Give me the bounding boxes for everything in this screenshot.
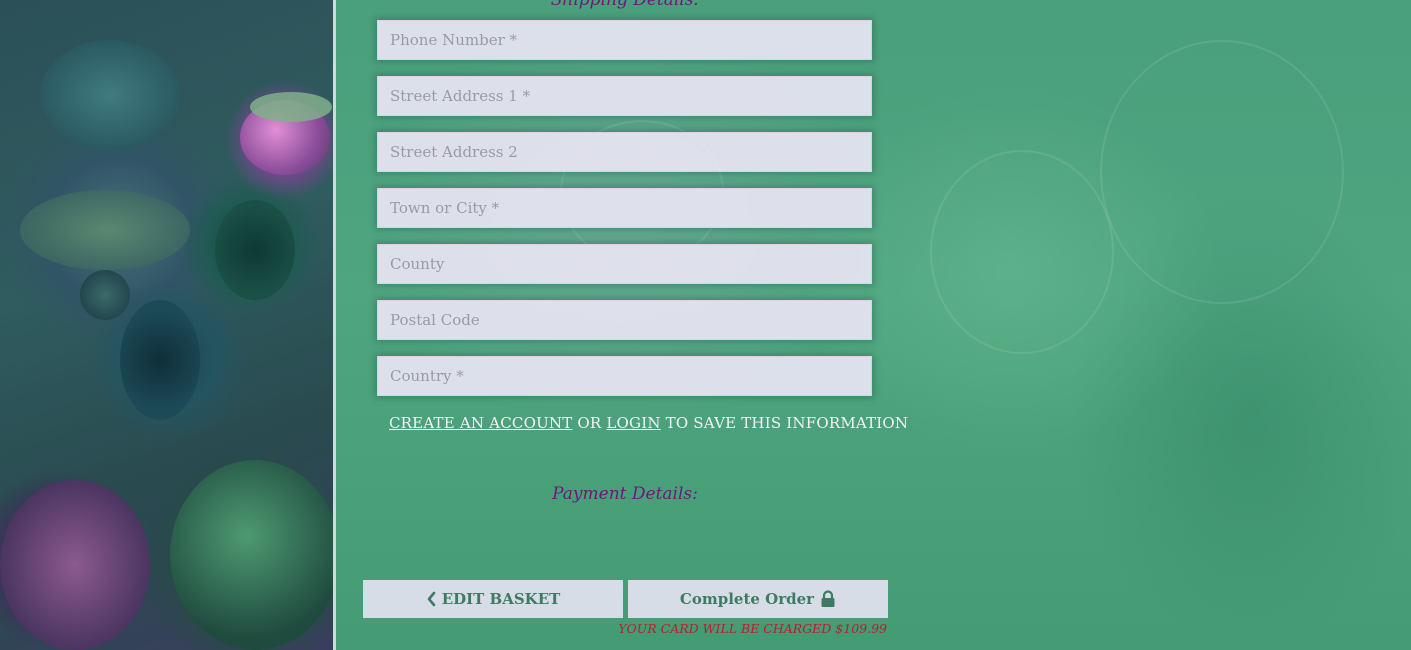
- artwork-spots: [20, 190, 190, 270]
- edit-basket-label: EDIT BASKET: [441, 590, 561, 608]
- phone-number-field[interactable]: [377, 20, 872, 60]
- artwork-hole: [120, 300, 200, 420]
- artwork-green-orb: [170, 460, 333, 650]
- save-information-prompt: CREATE AN ACCOUNT OR LOGIN TO SAVE THIS …: [389, 414, 908, 432]
- artwork-crystal: [0, 480, 150, 650]
- edit-basket-button[interactable]: EDIT BASKET: [363, 580, 623, 618]
- street-address-2-field[interactable]: [377, 132, 872, 172]
- complete-order-label: Complete Order: [679, 590, 815, 608]
- background-swirl: [930, 150, 1114, 354]
- town-or-city-field[interactable]: [377, 188, 872, 228]
- postal-code-field[interactable]: [377, 300, 872, 340]
- artwork-border: [333, 0, 336, 650]
- shipping-details-title: Shipping Details:: [550, 0, 700, 10]
- save-info-or-text: OR: [577, 414, 602, 432]
- background-swirl: [1100, 40, 1344, 304]
- save-info-rest-text: TO SAVE THIS INFORMATION: [665, 414, 909, 432]
- artwork-hole: [215, 200, 295, 300]
- payment-details-title: Payment Details:: [552, 484, 698, 504]
- lock-icon: [820, 590, 836, 608]
- create-account-link[interactable]: CREATE AN ACCOUNT: [389, 414, 572, 432]
- artwork-stalk: [40, 40, 180, 150]
- county-field[interactable]: [377, 244, 872, 284]
- login-link[interactable]: LOGIN: [606, 414, 660, 432]
- street-address-1-field[interactable]: [377, 76, 872, 116]
- complete-order-button[interactable]: Complete Order: [628, 580, 888, 618]
- country-field[interactable]: [377, 356, 872, 396]
- chevron-left-icon: [426, 591, 436, 607]
- charge-amount-notice: YOUR CARD WILL BE CHARGED $109.99: [618, 621, 887, 636]
- decorative-artwork: [0, 0, 333, 650]
- artwork-eye: [80, 270, 130, 320]
- artwork-mushroom-rim: [250, 92, 332, 122]
